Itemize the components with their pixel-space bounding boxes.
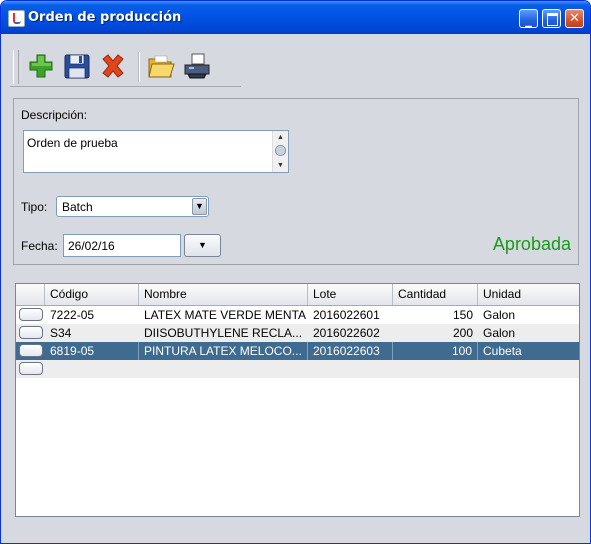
floppy-icon [64, 54, 90, 79]
fecha-value: 26/02/16 [68, 239, 115, 253]
tipo-select[interactable]: Batch ▼ [56, 196, 209, 217]
cell-unidad[interactable]: Cubeta [478, 342, 579, 360]
plus-icon [29, 54, 53, 78]
fecha-input[interactable]: 26/02/16 [63, 234, 181, 257]
close-button[interactable]: ✕ [565, 9, 584, 28]
cell-codigo[interactable]: 7222-05 [45, 306, 139, 324]
toolbar-separator [138, 52, 140, 82]
status-badge: Aprobada [492, 234, 571, 254]
table-header: Código Nombre Lote Cantidad Unidad [16, 284, 579, 306]
java-app-icon [8, 10, 25, 27]
chevron-down-icon[interactable]: ▼ [192, 198, 207, 215]
table-row-new[interactable] [16, 360, 579, 378]
table-row[interactable]: 7222-05 LATEX MATE VERDE MENTA 201602260… [16, 306, 579, 324]
minimize-button[interactable]: _ [519, 9, 538, 28]
cell-lote[interactable]: 2016022602 [308, 324, 393, 342]
cell-codigo[interactable]: S34 [45, 324, 139, 342]
minimize-icon: _ [525, 13, 532, 28]
descripcion-value: Orden de prueba [27, 136, 118, 150]
production-order-window: Orden de producción _ ✕ Descripción: Ord… [0, 0, 591, 544]
cell-lote[interactable]: 2016022601 [308, 306, 393, 324]
maximize-button[interactable] [542, 9, 561, 28]
order-items-table: Código Nombre Lote Cantidad Unidad 7222-… [15, 283, 580, 517]
print-button[interactable] [182, 51, 212, 81]
cell-cantidad[interactable]: 200 [393, 324, 478, 342]
title-bar[interactable]: Orden de producción _ ✕ [1, 1, 590, 34]
window-title: Orden de producción [28, 10, 182, 25]
cell-nombre[interactable]: LATEX MATE VERDE MENTA [139, 306, 308, 324]
scroll-down-icon[interactable]: ▼ [273, 159, 288, 172]
save-button[interactable] [62, 51, 92, 81]
column-unidad[interactable]: Unidad [478, 284, 579, 305]
scroll-thumb[interactable] [275, 145, 286, 156]
maximize-icon [547, 13, 558, 26]
column-cantidad[interactable]: Cantidad [393, 284, 478, 305]
cell-nombre[interactable]: DIISOBUTHYLENE RECLA... [139, 324, 308, 342]
descripcion-label: Descripción: [21, 108, 88, 122]
scroll-up-icon[interactable]: ▲ [273, 131, 288, 144]
table-row-selected[interactable]: 6819-05 PINTURA LATEX MELOCO... 20160226… [16, 342, 579, 360]
cell-unidad[interactable]: Galon [478, 324, 579, 342]
toolbar-grip[interactable] [13, 50, 19, 84]
delete-button[interactable] [98, 51, 128, 81]
row-select-button[interactable] [19, 362, 43, 375]
close-icon: ✕ [569, 11, 580, 26]
cell-lote[interactable]: 2016022603 [308, 342, 393, 360]
cell-unidad[interactable]: Galon [478, 306, 579, 324]
column-nombre[interactable]: Nombre [139, 284, 308, 305]
descripcion-textarea[interactable]: Orden de prueba ▲ ▼ [23, 130, 289, 173]
cell-nombre[interactable]: PINTURA LATEX MELOCO... [139, 342, 308, 360]
cell-codigo[interactable]: 6819-05 [45, 342, 139, 360]
row-select-button[interactable] [19, 344, 43, 357]
fecha-label: Fecha: [21, 239, 58, 253]
printer-icon [184, 53, 210, 79]
cell-cantidad[interactable]: 100 [393, 342, 478, 360]
toolbar [10, 48, 241, 87]
tipo-value: Batch [62, 200, 93, 214]
row-select-button[interactable] [19, 326, 43, 339]
row-header-column[interactable] [16, 284, 45, 305]
column-lote[interactable]: Lote [308, 284, 393, 305]
descripcion-scrollbar[interactable]: ▲ ▼ [272, 131, 288, 172]
row-select-button[interactable] [19, 308, 43, 321]
new-button[interactable] [26, 51, 56, 81]
cell-cantidad[interactable]: 150 [393, 306, 478, 324]
column-codigo[interactable]: Código [45, 284, 139, 305]
date-picker-button[interactable]: ▼ [184, 234, 221, 257]
red-x-icon [102, 54, 124, 78]
table-row[interactable]: S34 DIISOBUTHYLENE RECLA... 2016022602 2… [16, 324, 579, 342]
tipo-label: Tipo: [21, 200, 48, 214]
chevron-down-icon: ▼ [198, 240, 207, 250]
open-button[interactable] [146, 51, 176, 81]
folder-icon [148, 55, 175, 78]
